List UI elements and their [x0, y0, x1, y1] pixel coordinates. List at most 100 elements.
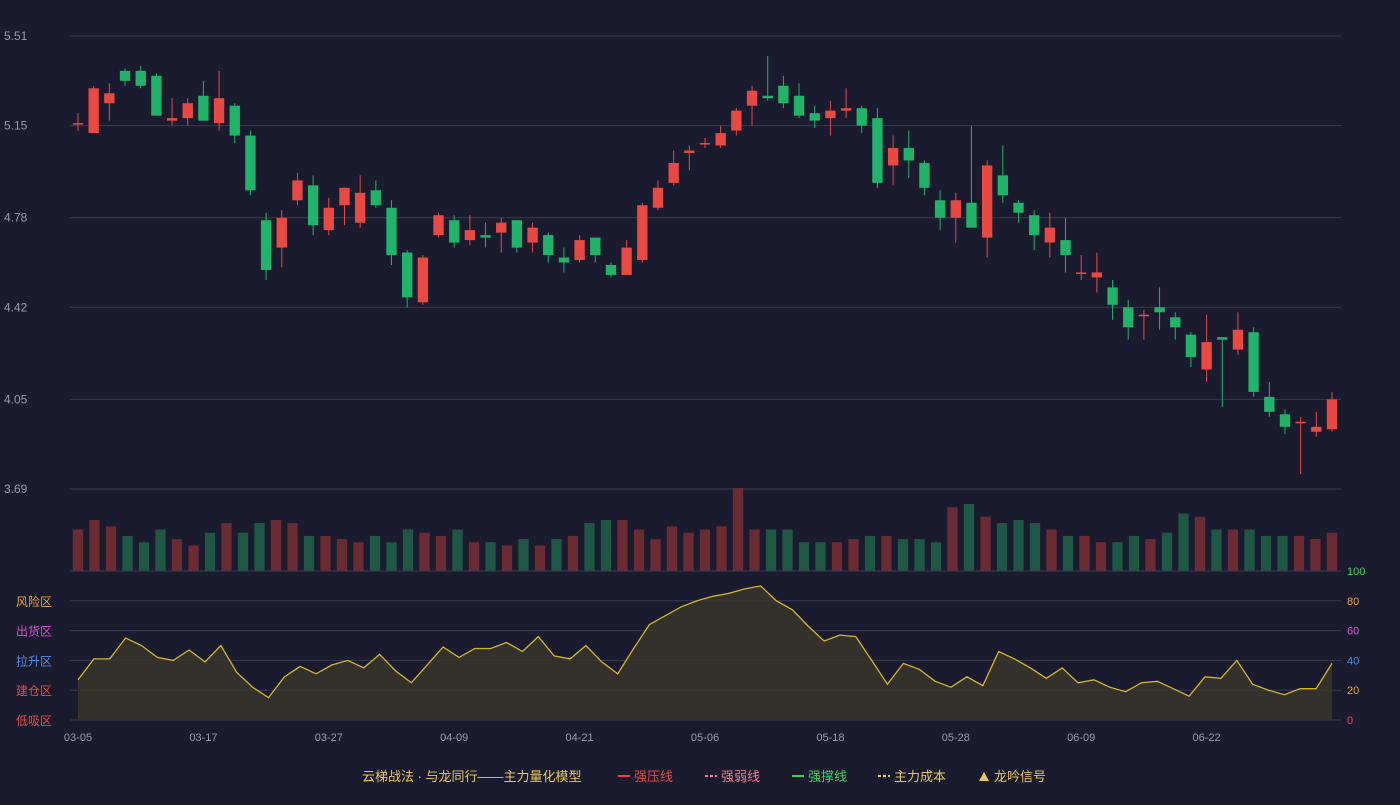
volume-bar: [138, 542, 150, 571]
volume-bar: [1194, 516, 1206, 571]
candle-body: [1060, 240, 1071, 256]
candle-body: [260, 220, 272, 270]
candlestick: [1013, 200, 1024, 223]
volume-bar: [1211, 529, 1222, 571]
candlestick: [1264, 381, 1275, 417]
legend-signal-icon: [979, 772, 989, 781]
volume-bar: [815, 542, 826, 571]
date-axis-label: 04-09: [440, 732, 468, 744]
candle-body: [166, 118, 178, 121]
candlestick: [260, 212, 272, 280]
volume-bar: [683, 532, 694, 571]
indicator-right-label: 80: [1347, 596, 1359, 608]
candle-body: [449, 220, 460, 243]
candlestick: [480, 222, 491, 248]
volume-bar: [369, 535, 381, 571]
candlestick: [872, 108, 883, 188]
indicator-right-label: 100: [1347, 566, 1365, 578]
chart-canvas: 5.51 5.15 4.78 4.42 4.05 3.69 100 80 60 40 20 0 风险区出…: [4, 29, 1365, 784]
volume-bar: [584, 523, 595, 571]
candlestick: [590, 237, 601, 263]
candle-body: [981, 165, 993, 238]
volume-bar: [914, 539, 925, 571]
volume-bar: [501, 545, 513, 571]
candlestick: [88, 85, 99, 134]
volume-bar: [320, 535, 331, 571]
candle-body: [496, 222, 507, 233]
candle-body: [88, 88, 99, 134]
candle-body: [887, 148, 899, 166]
candle-body: [1217, 337, 1228, 340]
candlestick: [370, 180, 381, 208]
volume-bar: [419, 532, 430, 571]
indicator-right-label: 20: [1347, 685, 1359, 697]
volume-bar: [72, 529, 84, 571]
candle-body: [934, 200, 946, 218]
candle-body: [684, 150, 695, 153]
candlestick: [1326, 391, 1338, 432]
candle-body: [872, 118, 883, 183]
candlestick: [668, 150, 679, 186]
candle-body: [793, 95, 805, 116]
volume-bar: [122, 535, 133, 571]
candle-body: [292, 180, 303, 201]
volume-bar: [1029, 523, 1041, 571]
candlestick: [386, 200, 397, 265]
candlestick: [213, 70, 225, 131]
volume-bar: [188, 545, 199, 571]
candle-body: [276, 217, 287, 248]
candlestick: [135, 65, 146, 89]
candlestick: [684, 145, 695, 171]
candlestick: [1060, 217, 1071, 273]
candle-body: [245, 135, 256, 191]
candlestick: [825, 100, 836, 136]
candlestick: [229, 103, 240, 144]
candlestick: [731, 108, 742, 136]
volume-bar: [1227, 529, 1239, 571]
candle-body: [605, 264, 617, 275]
volume-bar: [105, 526, 117, 571]
legend-item-label: 龙吟信号: [994, 769, 1046, 784]
price-axis-label: 5.51: [4, 29, 28, 43]
candlestick: [997, 145, 1008, 203]
volume-bar: [237, 532, 249, 571]
candle-body: [778, 85, 789, 104]
candlestick: [1170, 312, 1181, 340]
indicator-right-label: 60: [1347, 626, 1359, 638]
candle-body: [1232, 329, 1244, 350]
volume-bar: [1095, 542, 1107, 571]
candlestick: [950, 192, 961, 243]
volume-bar: [1326, 532, 1338, 571]
date-axis-label: 05-28: [942, 732, 970, 744]
candle-body: [699, 143, 711, 145]
candle-body: [135, 70, 146, 86]
volume-bar: [881, 535, 892, 571]
candlestick: [527, 222, 538, 253]
volume-bar: [782, 529, 793, 571]
candlestick: [558, 247, 570, 273]
volume-bar: [732, 488, 744, 571]
candle-body: [1279, 414, 1291, 427]
candle-body: [1107, 287, 1118, 305]
candle-body: [1311, 426, 1322, 432]
volume-bar: [386, 542, 397, 571]
candlestick: [856, 105, 867, 134]
candle-body: [746, 90, 758, 106]
main-cost-area: [78, 585, 1332, 720]
candlestick: [1091, 252, 1103, 293]
volume-bar: [254, 523, 265, 571]
candlestick: [1076, 255, 1087, 280]
candlestick: [276, 210, 287, 268]
candlestick: [762, 55, 773, 101]
volume-bar: [534, 545, 546, 571]
candle-body: [464, 230, 476, 241]
legend-item-label: 主力成本: [894, 769, 946, 784]
candle-body: [1185, 334, 1197, 358]
candlestick: [402, 250, 413, 308]
candlestick: [621, 240, 632, 275]
candlestick: [543, 232, 554, 263]
volume-bar: [749, 529, 760, 571]
candle-body: [1013, 202, 1024, 213]
candlestick: [919, 160, 930, 196]
volume-bar: [666, 526, 678, 571]
